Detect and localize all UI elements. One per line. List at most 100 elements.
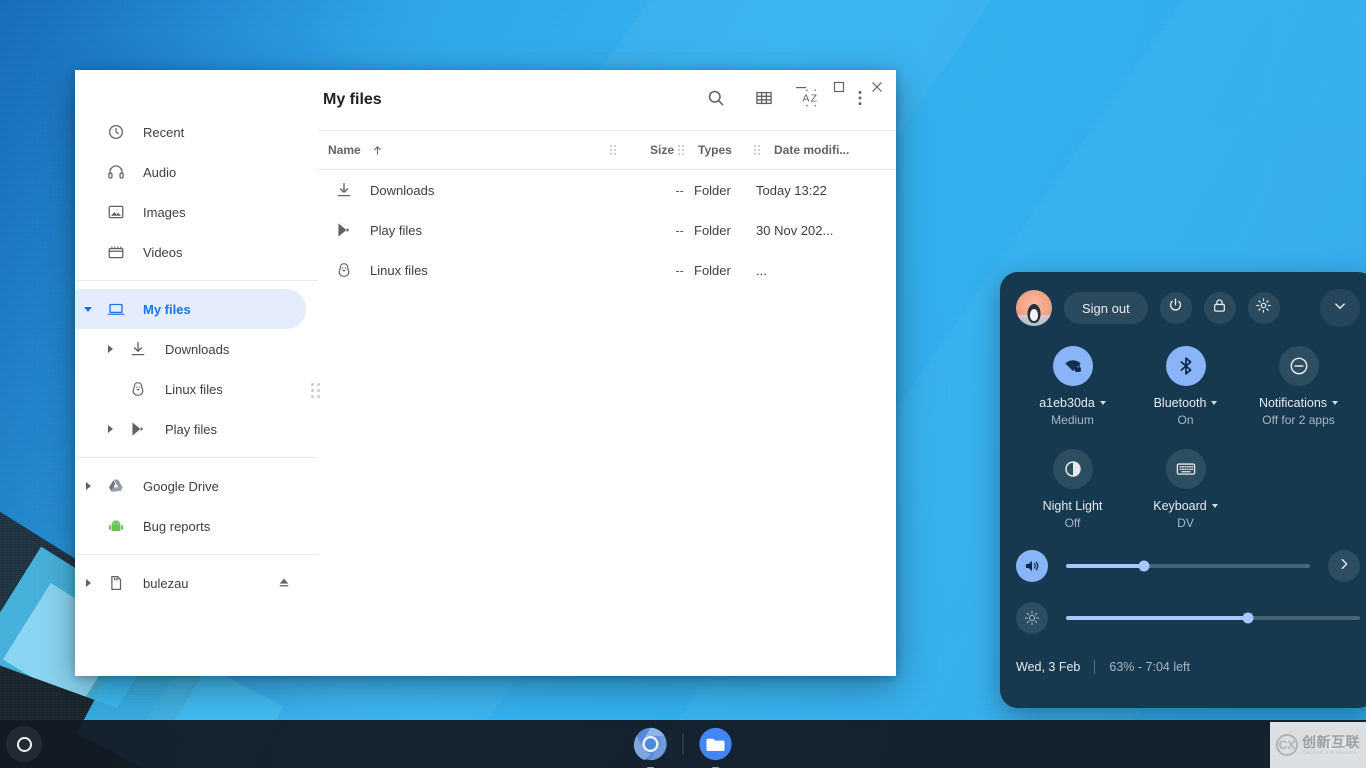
lock-button[interactable] [1203, 292, 1236, 324]
sidebar-item-label: bulezau [143, 575, 189, 591]
chevron-down-icon [1331, 297, 1349, 320]
file-date: 30 Nov 202... [756, 222, 834, 238]
file-type: Folder [694, 182, 731, 198]
close-button[interactable] [858, 71, 896, 103]
eject-icon[interactable] [276, 575, 292, 591]
drag-handle-icon [310, 382, 320, 398]
sidebar-item-play-files[interactable]: Play files [75, 409, 306, 449]
sidebar-item-bulezau[interactable]: bulezau [75, 563, 306, 603]
brightness-icon[interactable] [1016, 602, 1048, 634]
bluetooth-icon [1165, 346, 1206, 386]
chevron-down-icon[interactable] [75, 306, 101, 312]
status-divider [1094, 660, 1096, 674]
sidebar-item-label: Linux files [165, 381, 223, 397]
chevron-right-icon[interactable] [75, 482, 101, 490]
column-resize-types[interactable] [750, 145, 764, 155]
minimize-button[interactable] [782, 71, 820, 103]
sd-card-icon [101, 574, 131, 592]
column-header-name[interactable]: Name [318, 143, 606, 157]
sidebar-item-audio[interactable]: Audio [75, 152, 306, 192]
tile-label-group: a1eb30da [1039, 396, 1106, 410]
file-size: -- [675, 222, 684, 238]
shelf-divider [682, 733, 684, 755]
column-resize-name[interactable] [606, 145, 620, 155]
volume-icon[interactable] [1016, 550, 1048, 582]
settings-button[interactable] [1247, 292, 1280, 324]
sign-out-button[interactable]: Sign out [1064, 292, 1148, 324]
chevron-right-icon[interactable] [97, 345, 123, 353]
sidebar-item-linux-files[interactable]: Linux files [75, 369, 306, 409]
column-label: Date modifi... [774, 143, 850, 157]
column-header-date-modified[interactable]: Date modifi... [764, 143, 854, 157]
table-row[interactable]: Linux files -- Folder ... [318, 250, 896, 290]
sidebar-item-images[interactable]: Images [75, 192, 306, 232]
tile-sublabel: Medium [1051, 413, 1094, 427]
sidebar-item-label: Bug reports [143, 518, 211, 534]
chevron-down-icon[interactable] [1211, 504, 1218, 508]
sidebar-resize-handle[interactable] [308, 376, 322, 404]
watermark-text: 创新互联 CHUANG XIN HU LIAN [1302, 735, 1360, 756]
shelf-app-chromium[interactable] [631, 724, 671, 768]
battery-status[interactable]: 63% - 7:04 left [1109, 660, 1190, 674]
chevron-right-icon[interactable] [75, 579, 101, 587]
tray-tile-keyboard[interactable]: Keyboard DV [1129, 449, 1242, 530]
sidebar-item-recent[interactable]: Recent [75, 112, 306, 152]
column-header-size[interactable]: Size [620, 143, 674, 157]
brightness-slider[interactable] [1066, 612, 1360, 624]
column-label: Size [649, 143, 674, 157]
tile-label: a1eb30da [1039, 396, 1095, 410]
sort-ascending-icon [371, 144, 384, 157]
volume-slider-row [1016, 550, 1360, 582]
tile-sublabel: On [1177, 413, 1194, 427]
tray-tile-bluetooth[interactable]: Bluetooth On [1129, 346, 1242, 427]
column-resize-size[interactable] [674, 145, 688, 155]
sidebar-divider-2 [75, 457, 318, 458]
chevron-down-icon[interactable] [1211, 401, 1218, 405]
sidebar-item-bug-reports[interactable]: Bug reports [75, 506, 306, 546]
tile-label: Notifications [1258, 396, 1328, 410]
linux-icon [123, 380, 153, 398]
video-icon [101, 243, 131, 261]
sidebar-item-videos[interactable]: Videos [75, 232, 306, 272]
tray-tile-night-light[interactable]: Night Light Off [1016, 449, 1129, 530]
sidebar-divider-3 [75, 554, 318, 555]
tray-date[interactable]: Wed, 3 Feb [1016, 660, 1080, 674]
shelf-app-files[interactable] [696, 724, 736, 768]
chevron-down-icon[interactable] [1099, 401, 1106, 405]
volume-slider[interactable] [1066, 560, 1310, 572]
tray-tile-notifications[interactable]: Notifications Off for 2 apps [1242, 346, 1355, 427]
chevron-right-icon[interactable] [97, 425, 123, 433]
tile-label-group: Night Light [1043, 499, 1103, 513]
sidebar-item-label: Audio [143, 164, 177, 180]
sidebar-item-downloads[interactable]: Downloads [75, 329, 306, 369]
avatar[interactable] [1016, 290, 1052, 326]
tile-label-group: Keyboard [1153, 499, 1218, 513]
tray-tile-network[interactable]: a1eb30da Medium [1016, 346, 1129, 427]
table-row[interactable]: Downloads -- Folder Today 13:22 [318, 170, 896, 210]
column-header-types[interactable]: Types [688, 143, 750, 157]
linux-icon [318, 261, 370, 279]
maximize-button[interactable] [820, 71, 858, 103]
drag-handle-icon [610, 145, 616, 155]
chevron-down-icon[interactable] [1332, 401, 1339, 405]
file-date: Today 13:22 [756, 182, 827, 198]
collapse-menu-button[interactable] [1320, 289, 1360, 327]
sidebar-item-label: My files [143, 301, 191, 317]
drag-handle-icon [754, 145, 760, 155]
audio-settings-button[interactable] [1328, 550, 1360, 582]
table-row[interactable]: Play files -- Folder 30 Nov 202... [318, 210, 896, 250]
chromium-icon [631, 724, 671, 764]
sidebar-item-my-files[interactable]: My files [75, 289, 306, 329]
launcher-button[interactable] [6, 726, 42, 762]
do-not-disturb-icon [1278, 346, 1319, 386]
sidebar-divider-1 [75, 280, 318, 281]
power-button[interactable] [1159, 292, 1192, 324]
download-icon [123, 340, 153, 358]
keyboard-icon [1165, 449, 1206, 489]
tray-feature-tiles-row-1: a1eb30da Medium Bluetooth On Notificatio… [1016, 346, 1360, 427]
search-button[interactable] [696, 80, 736, 120]
sidebar-item-google-drive[interactable]: Google Drive [75, 466, 306, 506]
window-controls [766, 70, 896, 104]
file-type: Folder [694, 262, 731, 278]
file-date: ... [756, 262, 767, 278]
